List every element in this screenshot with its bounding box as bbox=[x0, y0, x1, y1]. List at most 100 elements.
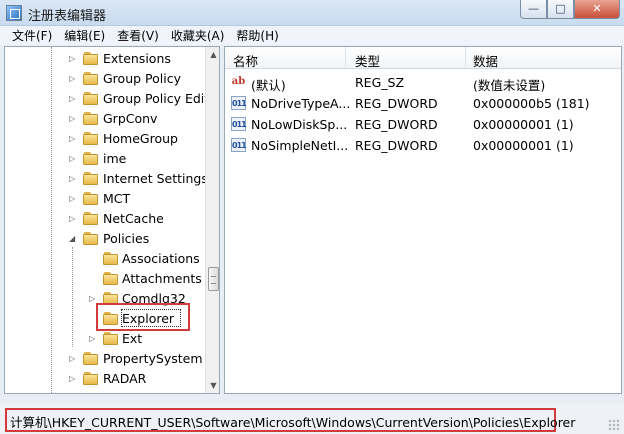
tree-item[interactable]: ▷ Internet Settings bbox=[5, 169, 208, 189]
expand-arrow-icon[interactable]: ▷ bbox=[69, 109, 78, 129]
menu-edit[interactable]: 编辑(E) bbox=[58, 27, 111, 44]
column-separator bbox=[465, 47, 466, 69]
expand-arrow-icon[interactable]: ▷ bbox=[69, 149, 78, 169]
scroll-thumb[interactable] bbox=[208, 267, 219, 291]
value-name: NoLowDiskSp... bbox=[251, 117, 348, 132]
maximize-button[interactable]: □ bbox=[547, 0, 574, 19]
tree-item[interactable]: ▷ Ext bbox=[5, 329, 205, 349]
title-bar: 注册表编辑器 — □ ✕ bbox=[0, 0, 624, 26]
tree-item-label: NetCache bbox=[103, 211, 164, 226]
value-data: 0x00000001 (1) bbox=[473, 117, 574, 132]
tree-item[interactable]: Attachments bbox=[5, 269, 205, 289]
value-row[interactable]: ab (默认) REG_SZ (数值未设置) bbox=[225, 72, 621, 93]
menu-file[interactable]: 文件(F) bbox=[6, 27, 58, 44]
window-controls: — □ ✕ bbox=[520, 0, 620, 20]
folder-icon bbox=[83, 232, 99, 246]
folder-icon bbox=[83, 152, 99, 166]
column-type-header[interactable]: 类型 bbox=[355, 51, 380, 70]
value-name: NoDriveTypeA... bbox=[251, 96, 351, 111]
folder-icon bbox=[83, 112, 99, 126]
value-data: (数值未设置) bbox=[473, 78, 546, 93]
expand-arrow-icon[interactable]: ▷ bbox=[69, 189, 78, 209]
tree-item-label: HomeGroup bbox=[103, 131, 178, 146]
tree-item[interactable]: ▷ PropertySystem bbox=[5, 349, 205, 369]
tree-item[interactable]: ▷ ime bbox=[5, 149, 205, 169]
folder-icon bbox=[83, 132, 99, 146]
value-name: (默认) bbox=[251, 78, 286, 93]
tree-item-label: Group Policy Edit bbox=[103, 91, 210, 106]
tree-item-label: Extensions bbox=[103, 51, 171, 66]
scroll-down-icon[interactable]: ▼ bbox=[207, 378, 219, 393]
column-data-header[interactable]: 数据 bbox=[473, 51, 498, 70]
value-row[interactable]: 011 NoLowDiskSp... REG_DWORD 0x00000001 (1) bbox=[225, 114, 621, 135]
dword-value-icon: 011 bbox=[231, 138, 247, 152]
explorer-key-annotation bbox=[96, 303, 190, 331]
tree-item-label: Internet Settings bbox=[103, 171, 208, 186]
expand-arrow-icon[interactable]: ▷ bbox=[69, 89, 78, 109]
tree-item[interactable]: ▷ Group Policy Edit bbox=[5, 89, 209, 109]
expand-arrow-icon[interactable] bbox=[89, 269, 98, 289]
values-pane[interactable]: 名称 类型 数据 ab (默认) REG_SZ (数值未设置) 011 NoDriveTy… bbox=[224, 46, 622, 394]
tree-item-label: MCT bbox=[103, 191, 131, 206]
folder-icon bbox=[83, 192, 99, 206]
tree-item[interactable]: ▷ Group Policy bbox=[5, 69, 205, 89]
folder-icon bbox=[83, 172, 99, 186]
expand-arrow-icon[interactable]: ▷ bbox=[69, 169, 78, 189]
tree-item[interactable]: ▷ RADAR bbox=[5, 369, 205, 389]
expand-arrow-icon[interactable]: ▷ bbox=[69, 209, 78, 229]
value-row[interactable]: 011 NoDriveTypeA... REG_DWORD 0x000000b5 (1… bbox=[225, 93, 621, 114]
value-row[interactable]: 011 NoSimpleNetI... REG_DWORD 0x00000001 (1… bbox=[225, 135, 621, 156]
expand-arrow-icon[interactable] bbox=[89, 249, 98, 269]
close-button[interactable]: ✕ bbox=[574, 0, 620, 19]
tree-item[interactable]: ▷ HomeGroup bbox=[5, 129, 205, 149]
tree-item[interactable]: ◢ Policies bbox=[5, 229, 205, 249]
tree-item[interactable]: ▷ MCT bbox=[5, 189, 205, 209]
tree-item-label: GrpConv bbox=[103, 111, 158, 126]
folder-icon bbox=[83, 52, 99, 66]
menu-favorites[interactable]: 收藏夹(A) bbox=[165, 27, 231, 44]
tree-item-label: Attachments bbox=[122, 271, 202, 286]
value-data: 0x000000b5 (181) bbox=[473, 96, 590, 111]
folder-icon bbox=[83, 352, 99, 366]
minimize-button[interactable]: — bbox=[520, 0, 547, 19]
folder-icon bbox=[83, 92, 99, 106]
menu-help[interactable]: 帮助(H) bbox=[230, 27, 284, 44]
folder-icon bbox=[83, 372, 99, 386]
tree-item-label: ime bbox=[103, 151, 127, 166]
value-type: REG_DWORD bbox=[355, 96, 438, 111]
menu-view[interactable]: 查看(V) bbox=[111, 27, 165, 44]
dword-value-icon: 011 bbox=[231, 117, 247, 131]
expand-arrow-icon[interactable]: ◢ bbox=[69, 229, 78, 249]
folder-icon bbox=[103, 252, 119, 266]
current-key-path: 计算机\HKEY_CURRENT_USER\Software\Microsoft… bbox=[10, 415, 576, 430]
scroll-up-icon[interactable]: ▲ bbox=[207, 47, 219, 62]
tree-item[interactable]: ▷ NetCache bbox=[5, 209, 205, 229]
expand-arrow-icon[interactable]: ▷ bbox=[89, 329, 98, 349]
column-name-header[interactable]: 名称 bbox=[233, 51, 258, 70]
value-type: REG_SZ bbox=[355, 75, 405, 90]
folder-icon bbox=[83, 72, 99, 86]
expand-arrow-icon[interactable]: ▷ bbox=[69, 369, 78, 389]
tree-item[interactable]: Associations bbox=[5, 249, 205, 269]
string-value-icon: ab bbox=[231, 76, 246, 87]
status-bar: 计算机\HKEY_CURRENT_USER\Software\Microsoft… bbox=[0, 404, 624, 434]
value-type: REG_DWORD bbox=[355, 138, 438, 153]
folder-icon bbox=[103, 272, 119, 286]
expand-arrow-icon[interactable]: ▷ bbox=[69, 49, 78, 69]
expand-arrow-icon[interactable]: ▷ bbox=[69, 69, 78, 89]
value-data: 0x00000001 (1) bbox=[473, 138, 574, 153]
menu-bar: 文件(F) 编辑(E) 查看(V) 收藏夹(A) 帮助(H) bbox=[0, 26, 624, 45]
key-tree-pane[interactable]: ▷ Extensions ▷ Group Policy ▷ Group Policy Ed… bbox=[4, 46, 220, 394]
expand-arrow-icon[interactable]: ▷ bbox=[69, 129, 78, 149]
registry-editor-icon bbox=[6, 5, 22, 21]
expand-arrow-icon[interactable]: ▷ bbox=[69, 349, 78, 369]
resize-grip-icon[interactable] bbox=[608, 419, 620, 431]
value-name: NoSimpleNetI... bbox=[251, 138, 349, 153]
column-separator bbox=[345, 47, 346, 69]
tree-item-label: Ext bbox=[122, 331, 143, 346]
tree-scrollbar[interactable]: ▲ ▼ bbox=[205, 47, 219, 393]
tree-item[interactable]: ▷ GrpConv bbox=[5, 109, 205, 129]
tree-item[interactable]: ▷ Extensions bbox=[5, 49, 205, 69]
value-type: REG_DWORD bbox=[355, 117, 438, 132]
tree-item-label: RADAR bbox=[103, 371, 147, 386]
